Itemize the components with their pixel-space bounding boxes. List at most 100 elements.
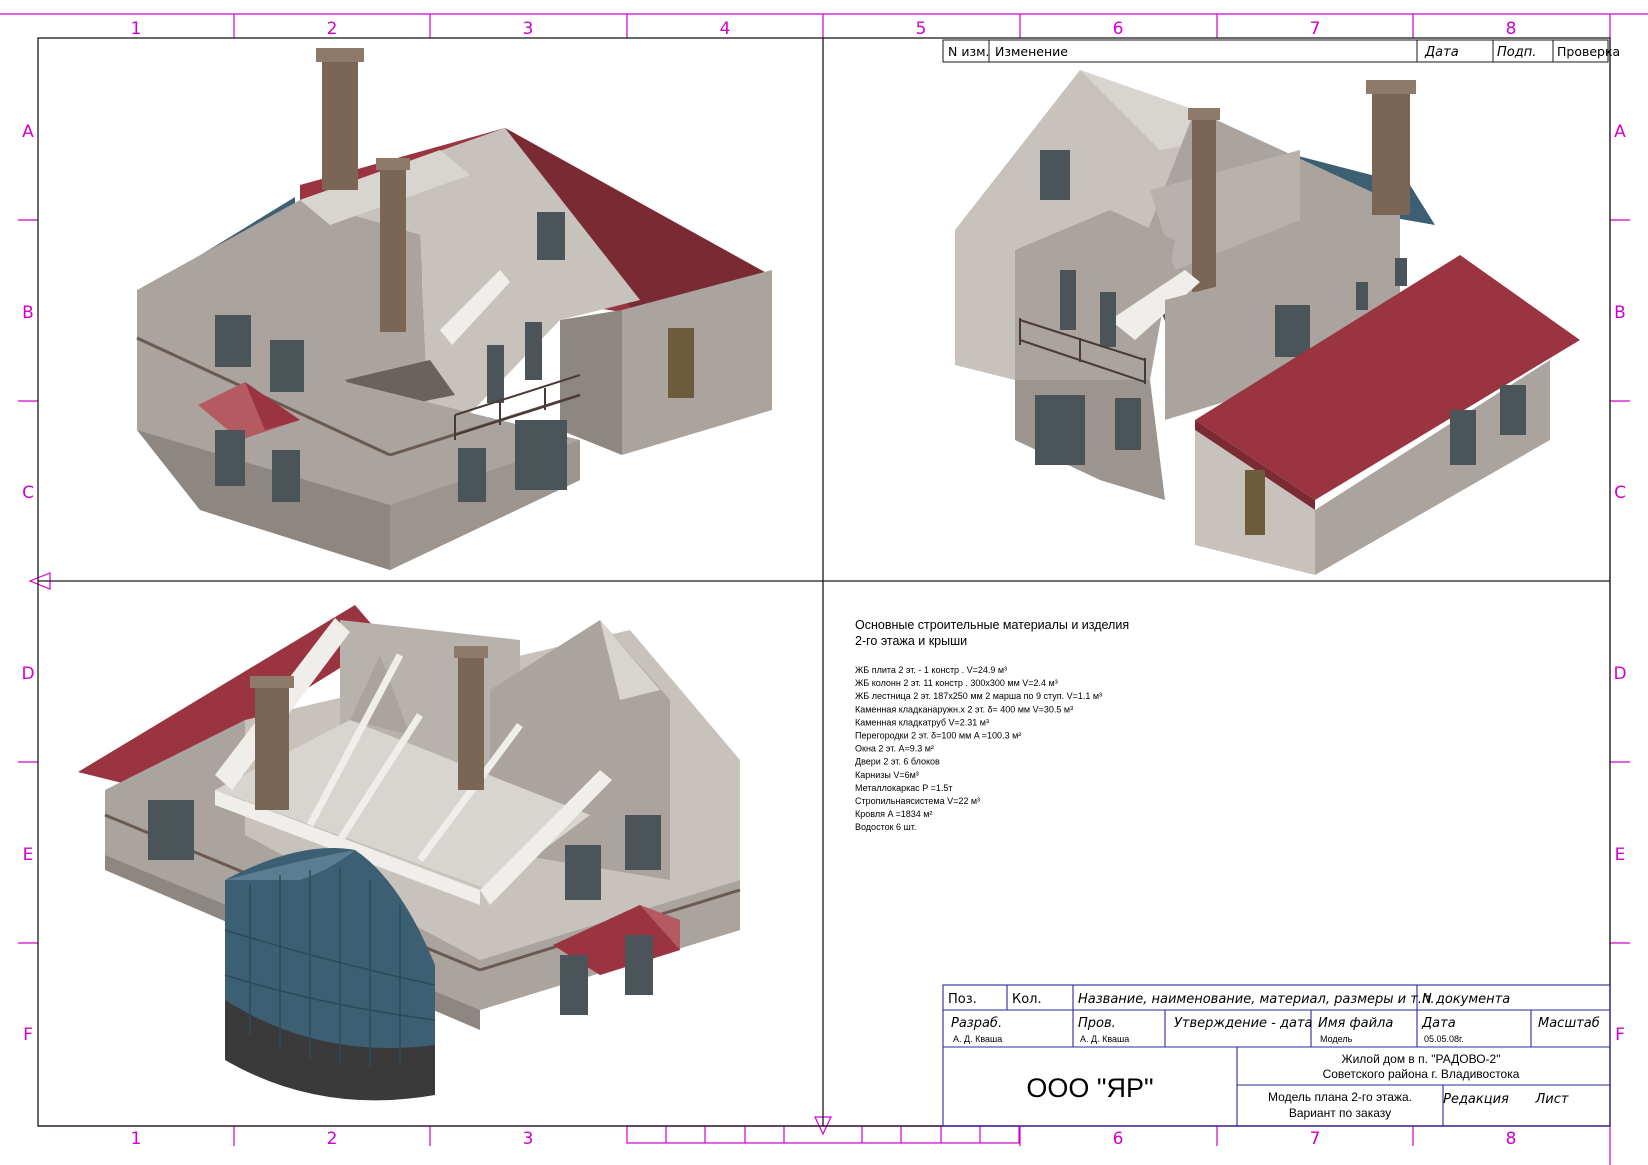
column-label-bottom: 3 — [523, 1129, 534, 1149]
column-label-bottom: 8 — [1506, 1129, 1517, 1149]
tb-scale-label: Масштаб — [1538, 1016, 1600, 1031]
row-label-right: E — [1615, 845, 1626, 865]
row-label-right: F — [1615, 1025, 1625, 1045]
house-view-isometric-side — [955, 70, 1580, 575]
materials-title-line1: Основные строительные материалы и издели… — [855, 618, 1129, 632]
tb-developed-label: Разраб. — [951, 1016, 1002, 1031]
column-label-bottom: 1 — [131, 1129, 142, 1149]
materials-item: Окна 2 эт. A=9.3 м² — [855, 744, 934, 754]
materials-item: ЖБ колонн 2 эт. 11 констр . 300х300 мм V… — [855, 678, 1058, 688]
row-label-left: B — [22, 303, 34, 323]
window — [215, 315, 251, 367]
revision-number-header: N изм. — [948, 44, 990, 59]
materials-item: Двери 2 эт. 6 блоков — [855, 757, 940, 767]
materials-list: Основные строительные материалы и издели… — [855, 618, 1129, 832]
window — [565, 845, 601, 900]
revision-change-header: Изменение — [995, 44, 1068, 59]
tb-file-value: Модель — [1320, 1034, 1353, 1044]
row-label-right: C — [1614, 483, 1626, 503]
materials-item: Кровля A =1834 м² — [855, 809, 932, 819]
tb-file-label: Имя файла — [1318, 1016, 1393, 1031]
materials-item: Каменная кладканаружн.х 2 эт. δ= 400 мм … — [855, 704, 1073, 714]
row-label-left: C — [22, 483, 34, 503]
drawing-sheet: N изм. Изменение Дата Подп. Проверка Осн… — [0, 13, 1648, 1165]
column-label-top: 4 — [720, 19, 731, 39]
window — [1035, 395, 1085, 465]
chimney — [1372, 85, 1410, 215]
window — [458, 448, 486, 502]
tb-doc-number: N документа — [1422, 992, 1510, 1007]
materials-item: Водосток 6 шт. — [855, 822, 916, 832]
column-label-bottom: 2 — [327, 1129, 338, 1149]
materials-item: Каменная кладкатруб V=2.31 м³ — [855, 717, 989, 727]
tb-date-label: Дата — [1421, 1016, 1456, 1031]
row-label-right: A — [1614, 122, 1626, 142]
window — [537, 212, 565, 260]
window — [272, 450, 300, 502]
window — [215, 430, 245, 486]
door — [668, 328, 694, 398]
row-label-right: B — [1614, 303, 1626, 323]
house-view-isometric-rear — [78, 605, 741, 1101]
revision-check-header: Проверка — [1557, 44, 1620, 59]
materials-item: ЖБ лестница 2 эт. 187х250 мм 2 марша по … — [855, 691, 1102, 701]
tb-kol-label: Кол. — [1012, 992, 1042, 1007]
row-label-right: D — [1613, 664, 1626, 684]
window — [560, 955, 588, 1015]
house-view-isometric-front — [136, 48, 772, 570]
materials-title-line2: 2-го этажа и крыши — [855, 634, 967, 648]
window — [148, 800, 194, 860]
tb-project-line1: Жилой дом в п. "РАДОВО-2" — [1342, 1052, 1501, 1066]
materials-item: Карнизы V=6м³ — [855, 770, 919, 780]
row-label-left: A — [22, 122, 34, 142]
tb-developed-value: А. Д. Кваша — [953, 1034, 1002, 1044]
tb-company: ООО "ЯР" — [1026, 1073, 1153, 1103]
column-label-bottom: 6 — [1113, 1129, 1124, 1149]
window — [270, 340, 304, 392]
revision-date-header: Дата — [1424, 45, 1459, 60]
tb-checked-value: А. Д. Кваша — [1080, 1034, 1129, 1044]
row-label-left: E — [23, 845, 34, 865]
materials-item: ЖБ плита 2 эт. - 1 констр . V=24.9 м³ — [855, 665, 1007, 675]
tb-checked-label: Пров. — [1078, 1016, 1116, 1031]
column-label-top: 8 — [1506, 19, 1517, 39]
window — [525, 322, 542, 380]
window — [515, 420, 567, 490]
chimney-small — [1192, 112, 1216, 292]
window — [1450, 410, 1476, 465]
tb-project-line2: Советского района г. Владивостока — [1323, 1067, 1520, 1081]
tb-pos-label: Поз. — [948, 992, 977, 1007]
materials-item: Металлокаркас P =1.5т — [855, 783, 952, 793]
tb-sheet-line1: Модель плана 2-го этажа. — [1268, 1090, 1412, 1104]
materials-item: Стропильнаясистема V=22 м³ — [855, 796, 980, 806]
tb-sheet-line2: Вариант по заказу — [1289, 1106, 1391, 1120]
tb-sheet-label: Лист — [1535, 1092, 1569, 1107]
tb-date-value: 05.05.08г. — [1424, 1034, 1464, 1044]
tb-name-header: Название, наименование, материал, размер… — [1078, 992, 1435, 1007]
column-label-top: 6 — [1113, 19, 1124, 39]
revision-sign-header: Подп. — [1497, 45, 1536, 60]
window — [1500, 385, 1526, 435]
column-label-top: 7 — [1310, 19, 1321, 39]
column-label-top: 3 — [523, 19, 534, 39]
door — [1245, 470, 1265, 535]
window — [1115, 398, 1141, 450]
materials-items: ЖБ плита 2 эт. - 1 констр . V=24.9 м³ ЖБ … — [855, 665, 1102, 832]
tb-edition-label: Редакция — [1443, 1092, 1509, 1107]
revision-table: N изм. Изменение Дата Подп. Проверка — [942, 39, 1620, 63]
row-label-left: F — [23, 1025, 33, 1045]
materials-item: Перегородки 2 эт. δ=100 мм A =100.3 м² — [855, 731, 1021, 741]
chimney-small — [458, 650, 484, 790]
window — [625, 935, 653, 995]
column-label-top: 2 — [327, 19, 338, 39]
tb-approval-label: Утверждение - дата — [1174, 1016, 1313, 1031]
column-label-bottom: 7 — [1310, 1129, 1321, 1149]
window — [487, 345, 504, 403]
chimney — [255, 680, 289, 810]
row-label-left: D — [21, 664, 34, 684]
title-block: Поз. Кол. Название, наименование, матери… — [942, 984, 1611, 1127]
column-label-top: 1 — [131, 19, 142, 39]
chimney — [322, 50, 358, 190]
column-label-top: 5 — [916, 19, 927, 39]
chimney-small — [380, 162, 406, 332]
